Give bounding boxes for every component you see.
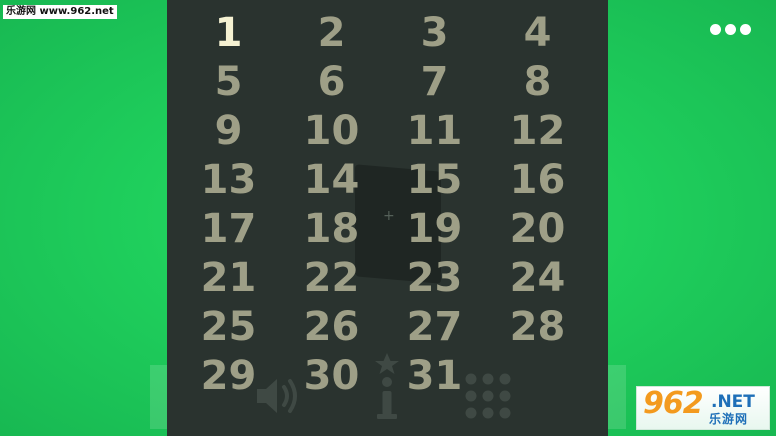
level-button-30[interactable]: 30 bbox=[280, 351, 383, 400]
more-options-button[interactable] bbox=[704, 20, 756, 38]
level-button-20[interactable]: 20 bbox=[486, 204, 589, 253]
more-dots-icon bbox=[709, 23, 721, 35]
level-button-2[interactable]: 2 bbox=[280, 8, 383, 57]
level-button-12[interactable]: 12 bbox=[486, 106, 589, 155]
level-button-8[interactable]: 8 bbox=[486, 57, 589, 106]
level-button-4[interactable]: 4 bbox=[486, 8, 589, 57]
level-button-27[interactable]: 27 bbox=[383, 302, 486, 351]
level-button-21[interactable]: 21 bbox=[177, 253, 280, 302]
more-dots-icon bbox=[739, 23, 751, 35]
level-button-15[interactable]: 15 bbox=[383, 155, 486, 204]
level-button-10[interactable]: 10 bbox=[280, 106, 383, 155]
level-button-7[interactable]: 7 bbox=[383, 57, 486, 106]
level-button-26[interactable]: 26 bbox=[280, 302, 383, 351]
level-button-23[interactable]: 23 bbox=[383, 253, 486, 302]
level-button-1[interactable]: 1 bbox=[177, 8, 280, 57]
watermark-label: 乐游网 www.962.net bbox=[3, 5, 117, 19]
level-button-28[interactable]: 28 bbox=[486, 302, 589, 351]
more-dots-icon bbox=[724, 23, 736, 35]
level-button-25[interactable]: 25 bbox=[177, 302, 280, 351]
level-button-29[interactable]: 29 bbox=[177, 351, 280, 400]
watermark-badge: 962 .NET 乐游网 bbox=[636, 386, 770, 430]
level-button-5[interactable]: 5 bbox=[177, 57, 280, 106]
level-button-6[interactable]: 6 bbox=[280, 57, 383, 106]
level-button-17[interactable]: 17 bbox=[177, 204, 280, 253]
level-select-overlay: + 1 2 3 4 5 6 7 8 9 10 11 12 13 14 15 16 17 18 19 20 21 22 23 2… bbox=[167, 0, 608, 436]
level-grid: 1 2 3 4 5 6 7 8 9 10 11 12 13 14 15 16 17 18 19 20 21 22 23 24 2… bbox=[177, 8, 589, 400]
side-panel-right bbox=[608, 365, 626, 429]
level-button-19[interactable]: 19 bbox=[383, 204, 486, 253]
level-button-16[interactable]: 16 bbox=[486, 155, 589, 204]
level-button-13[interactable]: 13 bbox=[177, 155, 280, 204]
level-button-22[interactable]: 22 bbox=[280, 253, 383, 302]
badge-cn: 乐游网 bbox=[709, 412, 749, 426]
level-button-9[interactable]: 9 bbox=[177, 106, 280, 155]
level-button-3[interactable]: 3 bbox=[383, 8, 486, 57]
level-button-24[interactable]: 24 bbox=[486, 253, 589, 302]
level-button-14[interactable]: 14 bbox=[280, 155, 383, 204]
level-button-18[interactable]: 18 bbox=[280, 204, 383, 253]
level-button-11[interactable]: 11 bbox=[383, 106, 486, 155]
badge-number: 962 bbox=[643, 386, 704, 421]
level-button-31[interactable]: 31 bbox=[383, 351, 486, 400]
side-panel-left bbox=[150, 365, 168, 429]
badge-net: .NET bbox=[711, 392, 755, 412]
